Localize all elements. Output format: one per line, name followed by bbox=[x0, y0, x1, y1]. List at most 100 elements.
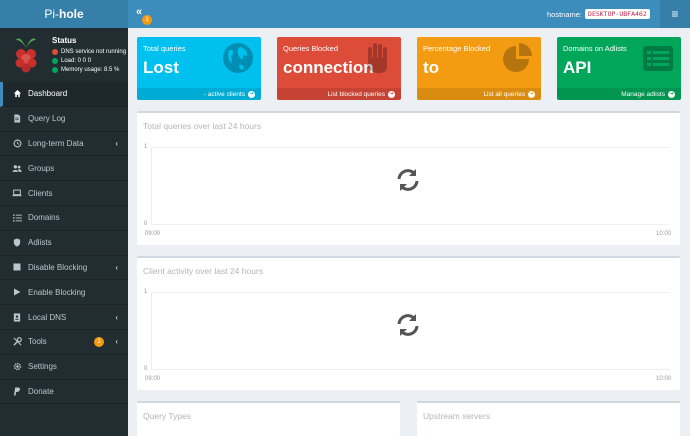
sidebar-item-long-term-data[interactable]: Long-term Data ‹ bbox=[0, 132, 128, 157]
x-tick-label: 09:00 bbox=[145, 231, 161, 237]
panel-title: Client activity over last 24 hours bbox=[143, 266, 263, 276]
box-title: Queries Blocked bbox=[283, 44, 339, 53]
file-icon bbox=[12, 114, 22, 124]
y-tick-label: 0 bbox=[144, 366, 148, 372]
play-icon bbox=[12, 287, 22, 297]
memory-status-text: Memory usage: 8.5 % bbox=[61, 67, 120, 73]
sidebar-item-tools[interactable]: Tools 1 ‹ bbox=[0, 330, 128, 355]
domains-on-adlists-box: Domains on Adlists API Manage adlists ➜ bbox=[557, 37, 681, 100]
list-blocked-queries-link[interactable]: List blocked queries ➜ bbox=[277, 88, 401, 100]
double-chevron-left-icon: « bbox=[136, 6, 143, 18]
percentage-blocked-box: Percentage Blocked to List all queries ➜ bbox=[417, 37, 541, 100]
sidebar-item-domains[interactable]: Domains bbox=[0, 206, 128, 231]
arrow-circle-right-icon: ➜ bbox=[248, 90, 255, 98]
gridline bbox=[152, 292, 669, 293]
sidebar-item-label: Settings bbox=[28, 362, 57, 372]
box-value: API bbox=[563, 58, 592, 77]
manage-adlists-link[interactable]: Manage adlists ➜ bbox=[557, 88, 681, 100]
sidebar-item-label: Groups bbox=[28, 163, 55, 173]
active-clients-link[interactable]: - active clients ➜ bbox=[137, 88, 261, 100]
sidebar-item-label: Disable Blocking bbox=[28, 262, 88, 272]
sidebar-item-enable-blocking[interactable]: Enable Blocking bbox=[0, 280, 128, 306]
logo-prefix: Pi- bbox=[44, 7, 59, 21]
arrow-circle-right-icon: ➜ bbox=[388, 90, 395, 98]
sidebar-item-adlists[interactable]: Adlists bbox=[0, 231, 128, 256]
box-footer-label: List all queries bbox=[483, 90, 525, 98]
sidebar-item-settings[interactable]: Settings bbox=[0, 355, 128, 380]
refresh-spinner-icon bbox=[397, 169, 419, 191]
client-activity-panel: Client activity over last 24 hours 1 0 0… bbox=[137, 256, 680, 390]
chevron-left-icon: ‹ bbox=[115, 312, 118, 322]
tools-update-badge: 1 bbox=[94, 336, 104, 347]
sidebar-item-label: Clients bbox=[28, 188, 53, 198]
sidebar-item-label: Local DNS bbox=[28, 312, 67, 322]
sidebar-toggle-button[interactable]: « bbox=[136, 6, 143, 18]
hand-icon bbox=[368, 43, 387, 73]
logo-suffix: hole bbox=[59, 7, 84, 21]
home-icon bbox=[12, 89, 22, 99]
users-icon bbox=[12, 163, 22, 173]
green-dot-icon bbox=[52, 58, 58, 64]
sidebar-item-label: Long-term Data bbox=[28, 138, 84, 148]
panel-title: Query Types bbox=[143, 411, 192, 421]
red-dot-icon bbox=[52, 49, 58, 55]
upstream-servers-panel: Upstream servers bbox=[417, 401, 680, 436]
refresh-spinner-icon bbox=[397, 314, 419, 336]
hostname-value: DESKTOP-UBFA462 bbox=[585, 9, 650, 19]
box-footer-label: Manage adlists bbox=[621, 90, 665, 98]
query-types-panel: Query Types bbox=[137, 401, 400, 436]
raspberry-logo-icon bbox=[15, 38, 37, 73]
sidebar-item-disable-blocking[interactable]: Disable Blocking ‹ bbox=[0, 256, 128, 281]
history-icon bbox=[12, 138, 22, 148]
list-icon bbox=[12, 213, 22, 223]
box-title: Percentage Blocked bbox=[423, 44, 491, 53]
gear-icon bbox=[12, 362, 22, 372]
tools-icon bbox=[12, 337, 22, 347]
green-dot-icon bbox=[52, 67, 58, 73]
sidebar-item-local-dns[interactable]: Local DNS ‹ bbox=[0, 305, 128, 330]
y-tick-label: 0 bbox=[144, 221, 148, 227]
y-tick-label: 1 bbox=[144, 289, 148, 295]
memory-status: Memory usage: 8.5 % bbox=[52, 67, 119, 73]
x-tick-label: 10:00 bbox=[656, 376, 672, 382]
sidebar-item-groups[interactable]: Groups bbox=[0, 156, 128, 182]
sidebar-item-label: Donate bbox=[28, 386, 54, 396]
address-book-icon bbox=[12, 312, 22, 322]
queries-blocked-box: Queries Blocked connection List blocked … bbox=[277, 37, 401, 100]
status-title: Status bbox=[52, 36, 77, 45]
sidebar-item-label: Query Log bbox=[28, 114, 66, 124]
stop-icon bbox=[12, 262, 22, 272]
box-value: to bbox=[423, 58, 440, 77]
hamburger-icon: ≡ bbox=[671, 7, 679, 21]
list-alt-icon bbox=[643, 46, 673, 71]
control-sidebar-button[interactable]: ≡ bbox=[660, 0, 690, 28]
sidebar-item-label: Adlists bbox=[28, 238, 52, 248]
chevron-left-icon: ‹ bbox=[115, 262, 118, 272]
arrow-circle-right-icon: ➜ bbox=[668, 90, 675, 98]
hostname-label: hostname: bbox=[547, 9, 583, 19]
sidebar-item-clients[interactable]: Clients bbox=[0, 181, 128, 206]
top-navbar: « 1 hostname: DESKTOP-UBFA462 ≡ bbox=[128, 0, 690, 28]
hostname-display: hostname: DESKTOP-UBFA462 bbox=[547, 9, 650, 19]
sidebar-item-label: Domains bbox=[28, 213, 60, 223]
pie-chart-icon bbox=[503, 43, 532, 72]
sidebar: Status DNS service not running Load: 0 0… bbox=[0, 28, 128, 436]
total-queries-panel: Total queries over last 24 hours 1 0 09:… bbox=[137, 111, 680, 245]
list-all-queries-link[interactable]: List all queries ➜ bbox=[417, 88, 541, 100]
status-panel: Status DNS service not running Load: 0 0… bbox=[0, 28, 128, 80]
app-logo[interactable]: Pi-hole bbox=[0, 0, 128, 28]
panel-title: Total queries over last 24 hours bbox=[143, 121, 262, 131]
sidebar-item-dashboard[interactable]: Dashboard bbox=[0, 82, 128, 107]
laptop-icon bbox=[12, 188, 22, 198]
x-tick-label: 10:00 bbox=[656, 231, 672, 237]
shield-icon bbox=[12, 238, 22, 248]
sidebar-menu: Dashboard Query Log Long-term Data ‹ Gro… bbox=[0, 82, 128, 405]
panel-title: Upstream servers bbox=[423, 411, 491, 421]
sidebar-item-donate[interactable]: Donate bbox=[0, 380, 128, 405]
sidebar-item-query-log[interactable]: Query Log bbox=[0, 107, 128, 132]
chevron-left-icon: ‹ bbox=[115, 138, 118, 148]
dns-status: DNS service not running bbox=[52, 49, 126, 55]
update-badge: 1 bbox=[142, 15, 152, 25]
paypal-icon bbox=[12, 386, 22, 396]
box-footer-label: List blocked queries bbox=[327, 90, 385, 98]
